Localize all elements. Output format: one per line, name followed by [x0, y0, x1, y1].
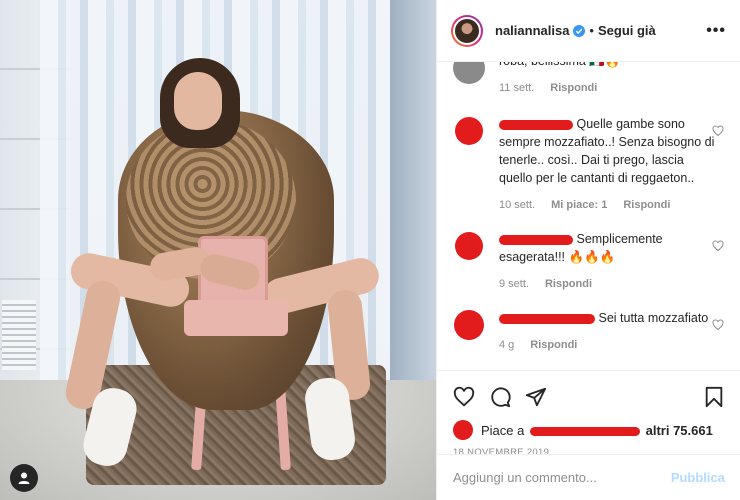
- comment-time[interactable]: 9 sett.: [499, 275, 529, 293]
- reply-button[interactable]: Rispondi: [550, 79, 597, 97]
- comment-username-redacted[interactable]: [499, 119, 573, 130]
- post-photo[interactable]: [0, 0, 436, 500]
- reply-button[interactable]: Rispondi: [623, 196, 670, 214]
- comment-username-redacted[interactable]: [499, 234, 573, 245]
- comment-time[interactable]: 10 sett.: [499, 196, 535, 214]
- comment-item: roba, bellissima 🇲🇽🔥 11 sett. Rispondi: [453, 62, 724, 97]
- post-sidebar: naliannalisa • Segui già ••• roba, belli…: [436, 0, 740, 500]
- reply-button[interactable]: Rispondi: [545, 275, 592, 293]
- photo-vent: [2, 300, 36, 370]
- user-icon: [18, 472, 30, 484]
- comment-avatar[interactable]: [455, 117, 483, 145]
- bookmark-icon[interactable]: [703, 386, 725, 408]
- comments-list[interactable]: roba, bellissima 🇲🇽🔥 11 sett. Rispondi Q…: [437, 62, 740, 370]
- photo-wall-right: [390, 0, 436, 430]
- liker-avatar[interactable]: [453, 420, 473, 440]
- add-comment-bar: Pubblica: [437, 454, 740, 500]
- comment-text: roba, bellissima 🇲🇽🔥: [499, 62, 717, 70]
- more-options-button[interactable]: •••: [706, 22, 726, 40]
- comment-icon[interactable]: [489, 386, 511, 408]
- comment-username-redacted[interactable]: [499, 313, 595, 324]
- comment-text: Sei tutta mozzafiato: [598, 311, 709, 325]
- like-comment-icon[interactable]: [712, 319, 724, 331]
- verified-icon: [573, 24, 586, 37]
- comment-likes[interactable]: Mi piace: 1: [551, 196, 607, 214]
- comment-item: Sei tutta mozzafiato 4 g Rispondi: [453, 309, 724, 354]
- avatar[interactable]: [451, 14, 483, 47]
- reply-button[interactable]: Rispondi: [530, 336, 577, 354]
- comment-time[interactable]: 11 sett.: [499, 79, 534, 97]
- post-header: naliannalisa • Segui già •••: [437, 0, 740, 62]
- header-separator: •: [589, 23, 594, 38]
- action-bar: [453, 379, 725, 415]
- tagged-users-button[interactable]: [10, 464, 38, 492]
- username-link[interactable]: naliannalisa: [495, 23, 569, 38]
- likes-count[interactable]: altri 75.661: [646, 423, 713, 438]
- comment-time[interactable]: 4 g: [499, 336, 514, 354]
- comment-avatar[interactable]: [453, 62, 485, 84]
- share-icon[interactable]: [525, 386, 547, 408]
- following-button[interactable]: Segui già: [598, 23, 656, 38]
- comment-avatar[interactable]: [455, 232, 483, 260]
- liker-username-redacted[interactable]: [530, 426, 640, 436]
- likes-prefix: Piace a: [481, 422, 525, 438]
- post-actions: Piace a altri 75.661 18 NOVEMBRE 2019: [437, 370, 740, 458]
- comment-item: Quelle gambe sono sempre mozzafiato..! S…: [453, 115, 724, 214]
- like-comment-icon[interactable]: [712, 125, 724, 137]
- likes-summary[interactable]: Piace a altri 75.661: [453, 415, 725, 445]
- comment-avatar[interactable]: [454, 310, 484, 340]
- chair-seat: [184, 300, 288, 336]
- publish-button[interactable]: Pubblica: [671, 470, 725, 485]
- like-comment-icon[interactable]: [712, 240, 724, 252]
- comment-item: Semplicemente esagerata!!! 🔥🔥🔥 9 sett. R…: [453, 230, 724, 293]
- instagram-post: naliannalisa • Segui già ••• roba, belli…: [0, 0, 740, 500]
- model-face: [174, 72, 222, 130]
- heart-icon[interactable]: [453, 386, 475, 408]
- comment-input[interactable]: [453, 470, 663, 485]
